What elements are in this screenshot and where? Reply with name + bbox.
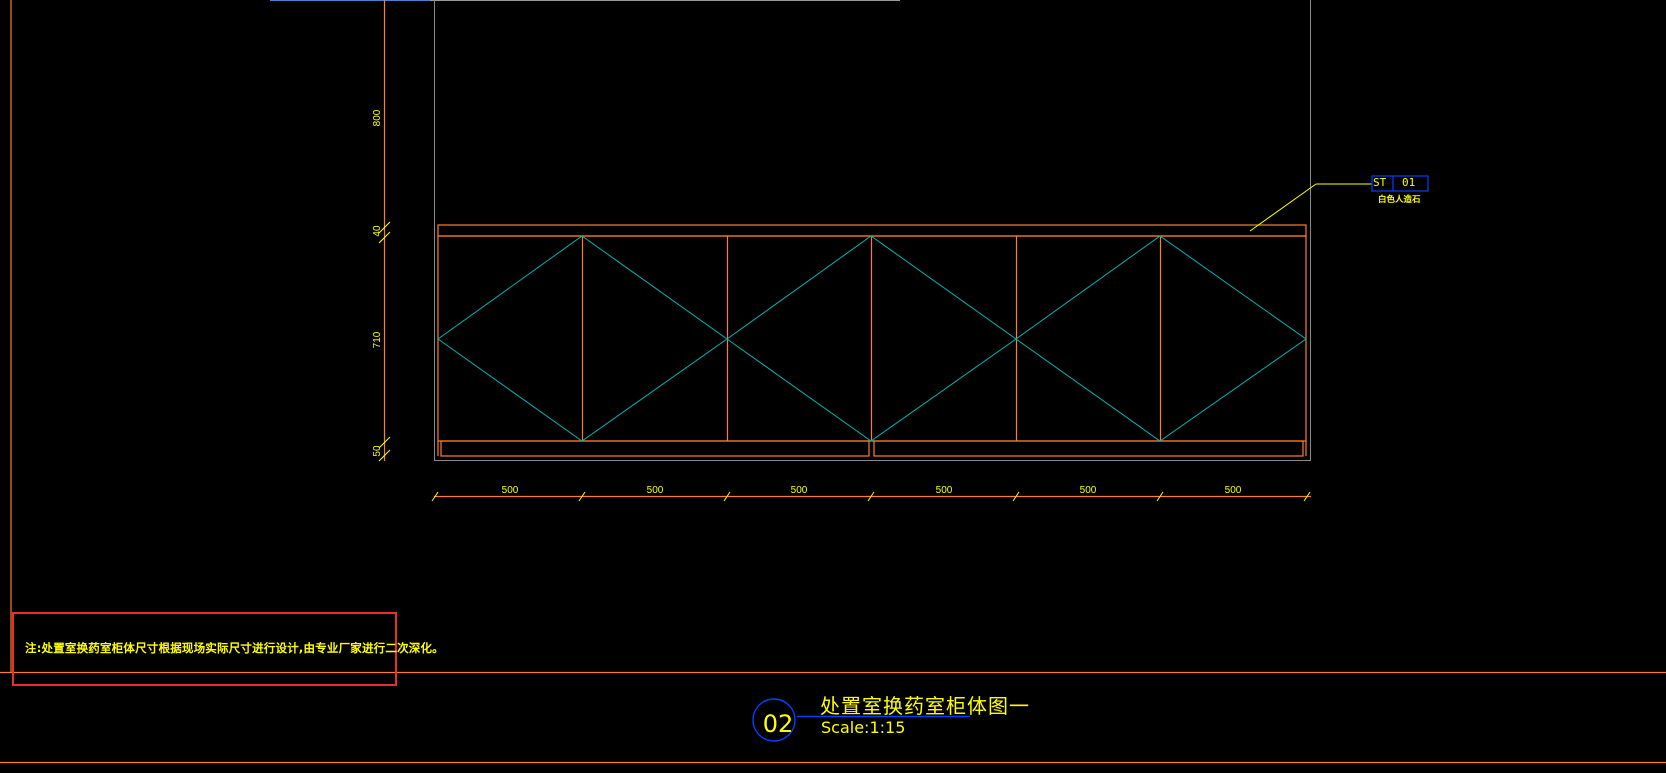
dim-label-710: 710 [372, 331, 383, 348]
dim-label-500-3: 500 [791, 485, 808, 496]
dim-label-500-6: 500 [1225, 485, 1242, 496]
drawing-number: 02 [762, 710, 794, 738]
dim-label-500-5: 500 [1080, 485, 1097, 496]
toe-kick-right [873, 440, 1304, 457]
vertical-dimension-labels: 800 40 710 50 [372, 109, 383, 456]
drawing-title: 处置室换药室柜体图一 [820, 694, 1030, 718]
guide-lines [434, 0, 1311, 461]
material-code: ST [1373, 176, 1387, 189]
dim-label-500-1: 500 [502, 485, 519, 496]
material-description: 白色人造石 [1378, 195, 1421, 205]
drawing-scale: Scale:1:15 [821, 718, 906, 737]
dim-label-500-2: 500 [647, 485, 664, 496]
dim-label-800: 800 [372, 109, 383, 126]
dim-label-50: 50 [372, 445, 383, 457]
dim-label-40: 40 [372, 225, 383, 237]
toe-kick-left [440, 440, 870, 457]
countertop [437, 224, 1307, 237]
design-note: 注:处置室换药室柜体尺寸根据现场实际尺寸进行设计,由专业厂家进行二次深化。 [25, 641, 444, 655]
cabinet-elevation [437, 224, 1307, 457]
material-number: 01 [1402, 176, 1416, 189]
horizontal-dimension-chain: 500 500 500 500 500 500 [431, 485, 1311, 502]
dim-label-500-4: 500 [936, 485, 953, 496]
